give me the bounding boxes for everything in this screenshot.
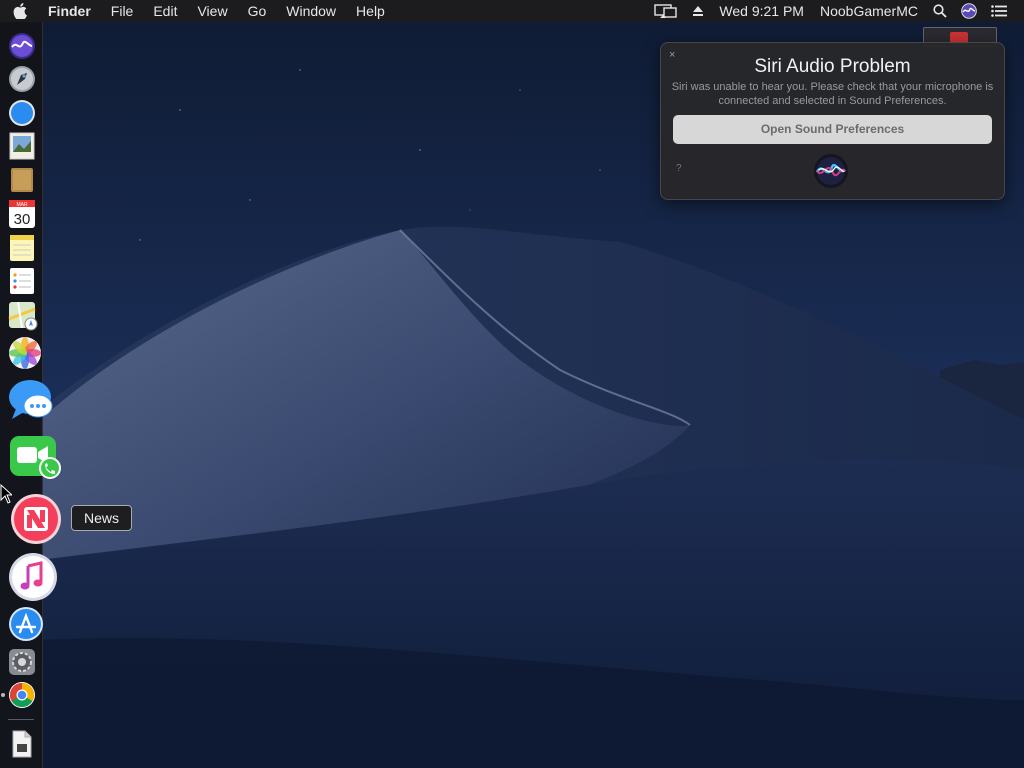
notification-center-icon[interactable] <box>984 0 1014 22</box>
facetime-icon[interactable] <box>8 434 64 480</box>
airplay-display-icon[interactable] <box>647 0 685 22</box>
menu-clock[interactable]: Wed 9:21 PM <box>711 0 812 22</box>
maps-icon[interactable] <box>8 301 38 331</box>
menu-view[interactable]: View <box>187 0 237 22</box>
menu-app-name[interactable]: Finder <box>40 0 101 22</box>
music-icon[interactable] <box>8 552 58 602</box>
document-icon[interactable] <box>11 730 33 758</box>
siri-icon[interactable] <box>954 0 984 22</box>
calendar-day: 30 <box>14 211 31 228</box>
mail-stamp-icon[interactable] <box>9 132 35 160</box>
reminders-icon[interactable] <box>9 267 35 295</box>
eject-icon[interactable] <box>685 0 711 22</box>
safari-icon[interactable] <box>8 99 36 127</box>
chrome-icon[interactable] <box>8 681 36 709</box>
messages-icon[interactable] <box>8 377 56 423</box>
siri-notification: × Siri Audio Problem Siri was unable to … <box>660 42 1005 200</box>
dock-separator <box>8 719 34 720</box>
notification-message: Siri was unable to hear you. Please chec… <box>671 81 994 107</box>
open-sound-preferences-button[interactable]: Open Sound Preferences <box>673 115 992 144</box>
menu-edit[interactable]: Edit <box>143 0 187 22</box>
menu-user-name[interactable]: NoobGamerMC <box>812 0 926 22</box>
siri-dock-icon[interactable] <box>8 32 36 60</box>
photos-icon[interactable] <box>8 336 42 370</box>
menu-help[interactable]: Help <box>346 0 395 22</box>
menu-bar: Finder File Edit View Go Window Help Wed… <box>0 0 1024 22</box>
notebook-icon[interactable] <box>9 166 35 194</box>
spotlight-search-icon[interactable] <box>926 0 954 22</box>
system-preferences-icon[interactable] <box>8 648 36 676</box>
mouse-cursor-icon <box>0 483 14 509</box>
apple-menu-icon[interactable] <box>0 3 40 19</box>
chrome-running-indicator <box>1 693 5 697</box>
dock-tooltip: News <box>71 505 133 531</box>
launchpad-icon[interactable] <box>8 65 36 93</box>
news-icon[interactable] <box>8 493 64 547</box>
notes-icon[interactable] <box>9 234 35 262</box>
menu-window[interactable]: Window <box>276 0 346 22</box>
dock: MAR 30 <box>0 22 61 768</box>
notification-title: Siri Audio Problem <box>754 56 911 77</box>
siri-orb-icon[interactable] <box>811 153 851 194</box>
app-store-icon[interactable] <box>8 606 44 642</box>
menu-go[interactable]: Go <box>238 0 277 22</box>
calendar-month: MAR <box>16 202 28 208</box>
help-icon[interactable]: ? <box>676 163 682 174</box>
menu-file[interactable]: File <box>101 0 144 22</box>
calendar-icon[interactable]: MAR 30 <box>8 199 36 229</box>
